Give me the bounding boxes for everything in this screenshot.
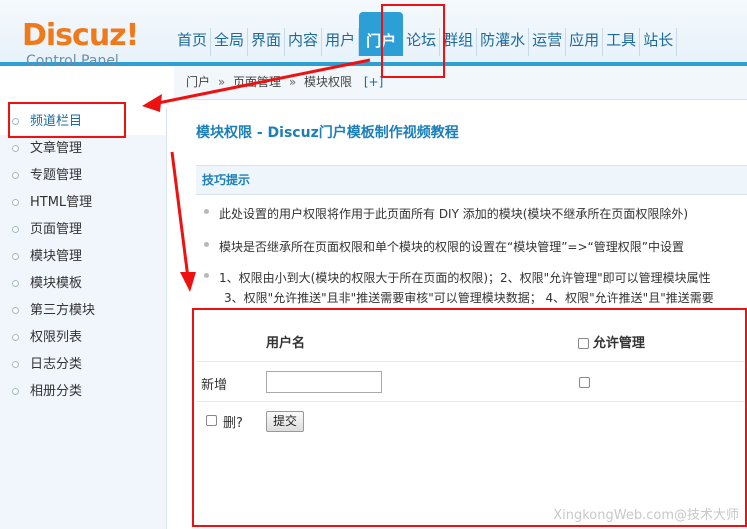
bullet-icon	[204, 209, 209, 214]
breadcrumb: 门户 » 页面管理 » 模块权限 [+]	[174, 66, 747, 100]
nav-webmaster[interactable]: 站长	[640, 28, 678, 56]
sidebar-item-log-categories[interactable]: 日志分类	[0, 351, 166, 378]
sidebar-item-pages[interactable]: 页面管理	[0, 216, 166, 243]
breadcrumb-separator: »	[217, 75, 226, 89]
logo-mark: !	[125, 18, 140, 53]
nav-antispam[interactable]: 防灌水	[477, 28, 530, 56]
delete-checkbox[interactable]	[206, 415, 217, 426]
sidebar-item-album-categories[interactable]: 相册分类	[0, 378, 166, 405]
allow-manage-all-checkbox[interactable]	[578, 338, 589, 349]
breadcrumb-expand[interactable]: [+]	[364, 75, 383, 89]
breadcrumb-page-manage[interactable]: 页面管理	[233, 75, 281, 89]
nav-users[interactable]: 用户	[322, 28, 360, 56]
sidebar-item-permissions[interactable]: 权限列表	[0, 324, 166, 351]
nav-global[interactable]: 全局	[211, 28, 249, 56]
nav-forum[interactable]: 论坛	[403, 28, 441, 56]
sidebar-item-articles[interactable]: 文章管理	[0, 135, 166, 162]
top-nav: 首页 全局 界面 内容 用户 门户 论坛 群组 防灌水 运营 应用 工具 站长	[174, 12, 678, 56]
sidebar-item-third-party[interactable]: 第三方模块	[0, 297, 166, 324]
nav-content[interactable]: 内容	[285, 28, 323, 56]
sidebar-item-topics[interactable]: 专题管理	[0, 162, 166, 189]
sidebar-item-modules[interactable]: 模块管理	[0, 243, 166, 270]
discuz-logo[interactable]: Discuz! Control Panel	[22, 20, 142, 76]
nav-apps[interactable]: 应用	[566, 28, 604, 56]
tip-item: 此处设置的用户权限将作用于此页面所有 DIY 添加的模块(模块不继承所在页面权限…	[204, 204, 747, 224]
table-header-row: 用户名 允许管理	[196, 318, 747, 362]
nav-portal[interactable]: 门户	[359, 12, 404, 56]
bullet-icon	[204, 242, 209, 247]
delete-label: 删?	[223, 416, 243, 431]
submit-button[interactable]: 提交	[266, 411, 305, 432]
table-row-actions: 删? 提交	[196, 402, 747, 442]
table-row-add: 新增	[196, 362, 747, 402]
logo-subtitle: Control Panel	[26, 53, 119, 69]
logo-name: Discuz	[22, 18, 127, 53]
nav-groups[interactable]: 群组	[440, 28, 478, 56]
tip-item-continued: 3、权限"允许推送"且非"推送需要审核"可以管理模块数据； 4、权限"允许推送"…	[224, 291, 714, 305]
col-allow-manage: 允许管理	[592, 336, 645, 351]
sidebar-item-module-templates[interactable]: 模块模板	[0, 270, 166, 297]
nav-interface[interactable]: 界面	[248, 28, 286, 56]
nav-tools[interactable]: 工具	[603, 28, 641, 56]
page-title: 模块权限 - Discuz门户模板制作视频教程	[196, 125, 459, 141]
breadcrumb-portal[interactable]: 门户	[186, 75, 210, 89]
tip-item: 模块是否继承所在页面权限和单个模块的权限的设置在“模块管理”=>“管理权限”中设…	[204, 237, 747, 257]
nav-home[interactable]: 首页	[174, 28, 212, 56]
col-username: 用户名	[266, 336, 306, 351]
sidebar: 频道栏目 文章管理 专题管理 HTML管理 页面管理 模块管理 模块模板 第三方…	[0, 108, 167, 529]
watermark: XingkongWeb.com@技术大师	[553, 508, 739, 523]
sidebar-item-html[interactable]: HTML管理	[0, 189, 166, 216]
add-label: 新增	[201, 378, 228, 393]
breadcrumb-current: 模块权限	[304, 75, 353, 89]
nav-operations[interactable]: 运营	[529, 28, 567, 56]
username-input[interactable]	[266, 371, 382, 393]
bullet-icon	[204, 273, 209, 278]
main-content: 模块权限 - Discuz门户模板制作视频教程 技巧提示 此处设置的用户权限将作…	[174, 100, 747, 529]
sidebar-item-channel[interactable]: 频道栏目	[0, 108, 166, 135]
tip-item: 1、权限由小到大(模块的权限大于所在页面的权限)；2、权限"允许管理"即可以管理…	[204, 268, 747, 308]
header: Discuz! Control Panel 首页 全局 界面 内容 用户 门户 …	[0, 0, 747, 69]
allow-manage-checkbox[interactable]	[579, 377, 590, 388]
breadcrumb-separator: »	[288, 75, 297, 89]
tips-header: 技巧提示	[196, 165, 747, 195]
